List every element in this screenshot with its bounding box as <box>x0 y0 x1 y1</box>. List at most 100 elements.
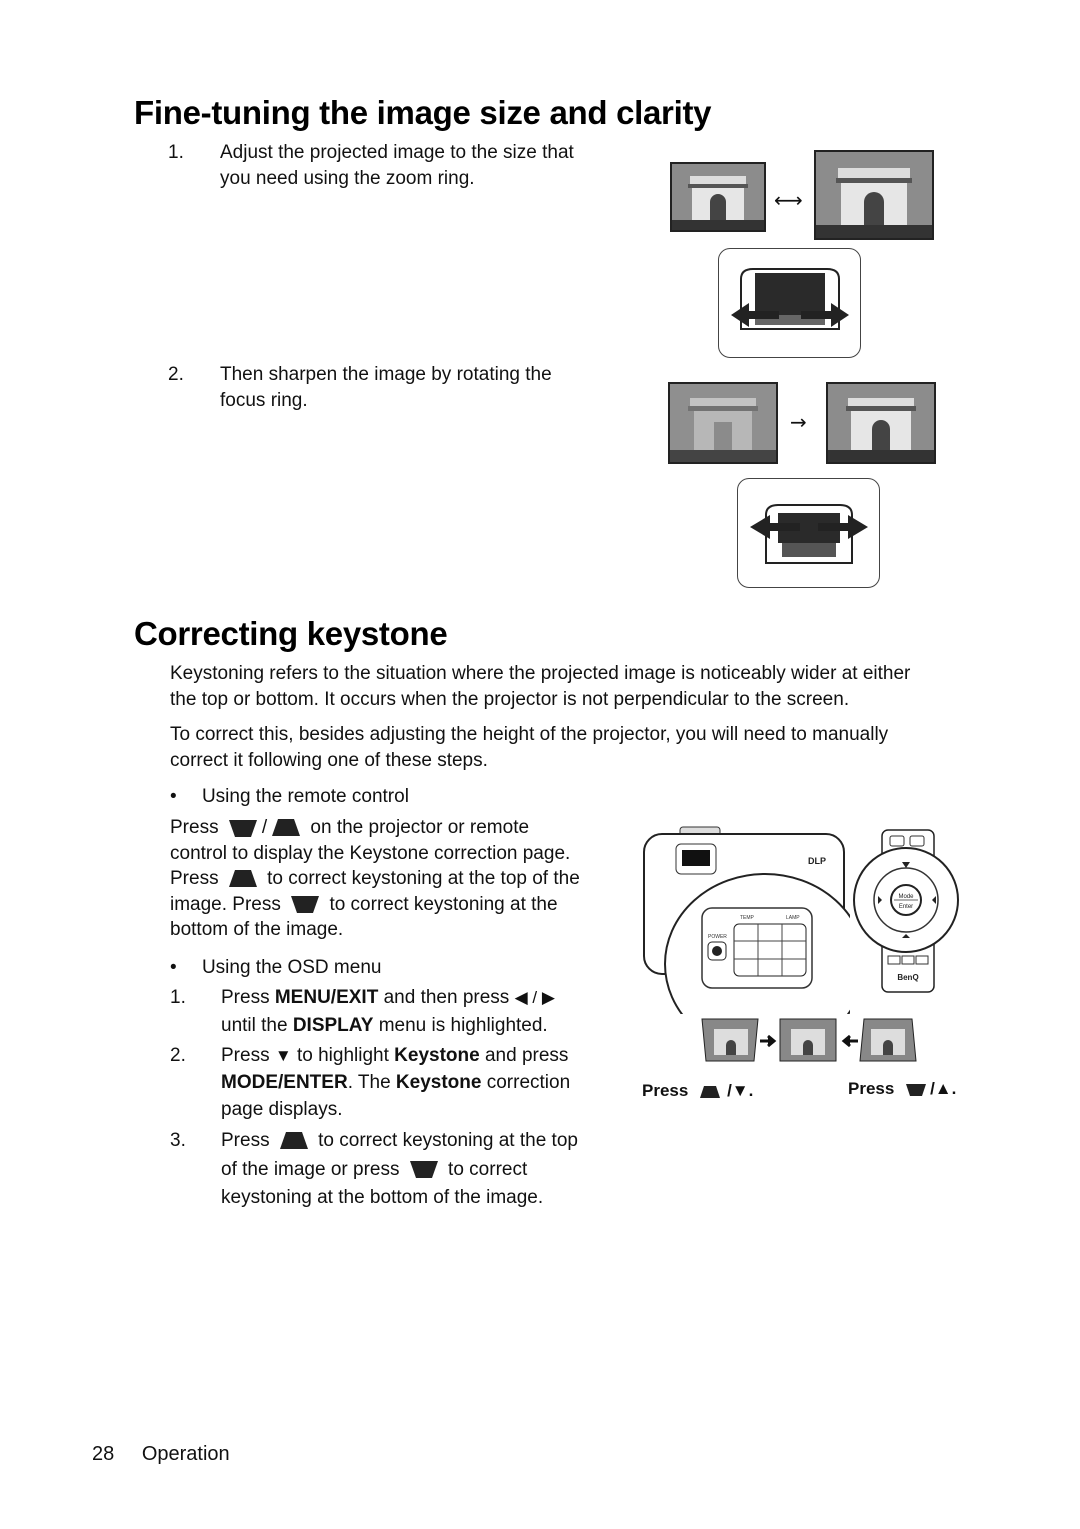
arch-illustration-blurred <box>670 384 776 462</box>
arch-image-blurry <box>668 382 778 464</box>
text: Press <box>170 817 219 838</box>
menu-exit-key: MENU/EXIT <box>274 987 379 1008</box>
paragraph-line: correct it following one of these steps. <box>170 750 488 771</box>
zoom-ring-icon <box>731 268 849 330</box>
text: to highlight <box>291 1045 395 1066</box>
text: to correct keystoning at the top of the <box>267 868 580 889</box>
step-number: 2. <box>170 1045 186 1066</box>
text: to correct <box>448 1158 528 1180</box>
section-title-finetune: Fine-tuning the image size and clarity <box>134 94 712 131</box>
bullet-osd-menu: • Using the OSD menu <box>170 955 381 981</box>
keystone-up-icon <box>228 869 257 887</box>
text: and then press <box>378 987 515 1008</box>
paragraph-line: the top or bottom. It occurs when the pr… <box>170 689 850 710</box>
projector-top-view-icon: DLP TEMP LAMP POWER <box>643 826 866 1055</box>
step-number: 1. <box>170 987 186 1008</box>
dlp-logo: DLP <box>808 856 826 866</box>
text: until the <box>221 1014 293 1036</box>
text: . <box>748 1081 754 1100</box>
keystone-down-icon <box>228 819 257 837</box>
step-number: 1. <box>168 142 184 163</box>
remote-control-illustration: Mode Enter BenQ <box>852 828 964 996</box>
text: to correct keystoning at the top <box>318 1130 578 1151</box>
remote-control-icon: Mode Enter BenQ <box>853 829 959 993</box>
focus-ring-icon <box>750 504 868 564</box>
step-text-line1: Adjust the projected image to the size t… <box>220 142 574 163</box>
arch-image-small <box>670 162 766 232</box>
text: of the image or press <box>221 1158 400 1180</box>
text: / <box>261 817 268 838</box>
osd-step-3: 3. Press to correct keystoning at the to… <box>170 1127 630 1213</box>
text: Press <box>170 868 219 889</box>
power-button-icon <box>712 946 722 956</box>
enter-button-label: Enter <box>899 904 913 910</box>
focus-ring-diagram <box>737 478 880 588</box>
power-label: POWER <box>708 934 727 940</box>
finetune-step-2: 2. Then sharpen the image by rotating th… <box>168 362 608 414</box>
keystone-up-icon <box>700 1085 721 1098</box>
arch-image-sharp <box>826 382 936 464</box>
text: menu is highlighted. <box>373 1014 548 1036</box>
arch-illustration <box>828 384 934 462</box>
step-text-line2: you need using the zoom ring. <box>220 168 475 189</box>
bullet-icon: • <box>170 957 177 978</box>
text: . <box>951 1079 957 1098</box>
mode-enter-key: MODE/ENTER <box>221 1072 348 1094</box>
temp-indicator-label: TEMP <box>740 915 755 921</box>
projector-illustration: DLP TEMP LAMP POWER <box>640 824 866 1055</box>
page-footer: 28 Operation <box>92 1443 230 1466</box>
step-text-line1: Then sharpen the image by rotating the <box>220 364 552 385</box>
keystone-label: Keystone <box>394 1045 480 1066</box>
left-right-arrow-icon: ◀ / ▶ <box>514 988 555 1008</box>
footer-section-name: Operation <box>141 1443 230 1465</box>
arch-image-large <box>814 150 934 240</box>
keystone-down-icon <box>291 896 320 914</box>
caption-press-keystone-down: Press /▲. <box>848 1079 956 1099</box>
keystone-label: Keystone <box>395 1072 482 1094</box>
osd-step-2: 2. Press ▼ to highlight Keystone and pre… <box>170 1042 640 1123</box>
step-text-line2: focus ring. <box>220 390 308 411</box>
arch-illustration <box>816 152 932 238</box>
text: Press <box>221 1045 275 1066</box>
keystone-up-icon <box>272 818 301 836</box>
text: Press <box>642 1081 689 1100</box>
keystone-correction-illustration <box>700 1017 918 1063</box>
page-number: 28 <box>92 1443 115 1465</box>
text: to correct keystoning at the <box>329 893 558 915</box>
remote-control-instructions: Press / on the projector or remote contr… <box>170 815 630 943</box>
arch-illustration <box>672 164 764 230</box>
text: and press <box>479 1045 569 1066</box>
brand-logo: BenQ <box>897 973 918 982</box>
keystone-intro-paragraph-2: To correct this, besides adjusting the h… <box>170 722 990 774</box>
step-number: 2. <box>168 364 184 385</box>
text: . The <box>347 1072 396 1094</box>
paragraph-line: Keystoning refers to the situation where… <box>170 663 911 684</box>
keystone-down-icon <box>906 1083 927 1096</box>
bullet-heading: Using the OSD menu <box>201 957 382 978</box>
up-arrow-icon: ▲ <box>934 1079 952 1098</box>
right-arrow-icon: → <box>790 410 807 434</box>
bullet-icon: • <box>170 786 177 807</box>
bullet-heading: Using the remote control <box>201 786 409 807</box>
down-arrow-icon: ▼ <box>274 1046 292 1066</box>
text: control to display the Keystone correcti… <box>170 842 571 864</box>
keystone-images-icon <box>701 1018 917 1062</box>
zoom-ring-diagram <box>718 248 861 358</box>
bullet-remote-control: • Using the remote control <box>170 784 409 810</box>
text: Press <box>848 1079 895 1098</box>
text: Press <box>221 1130 270 1151</box>
lamp-indicator-label: LAMP <box>786 915 800 921</box>
double-arrow-icon: ⟷ <box>774 188 803 212</box>
text: image. Press <box>170 893 281 915</box>
down-arrow-icon: ▼ <box>731 1081 749 1100</box>
text: bottom of the image. <box>170 919 344 940</box>
step-number: 3. <box>170 1130 186 1151</box>
caption-press-keystone-up: Press /▼. <box>642 1081 753 1101</box>
text: keystoning at the bottom of the image. <box>221 1187 544 1208</box>
keystone-up-icon <box>279 1131 308 1149</box>
paragraph-line: To correct this, besides adjusting the h… <box>170 724 889 745</box>
text: on the projector or remote <box>310 817 530 838</box>
display-menu-label: DISPLAY <box>292 1014 374 1036</box>
finetune-step-1: 1. Adjust the projected image to the siz… <box>168 140 608 192</box>
text: Press <box>221 987 275 1008</box>
